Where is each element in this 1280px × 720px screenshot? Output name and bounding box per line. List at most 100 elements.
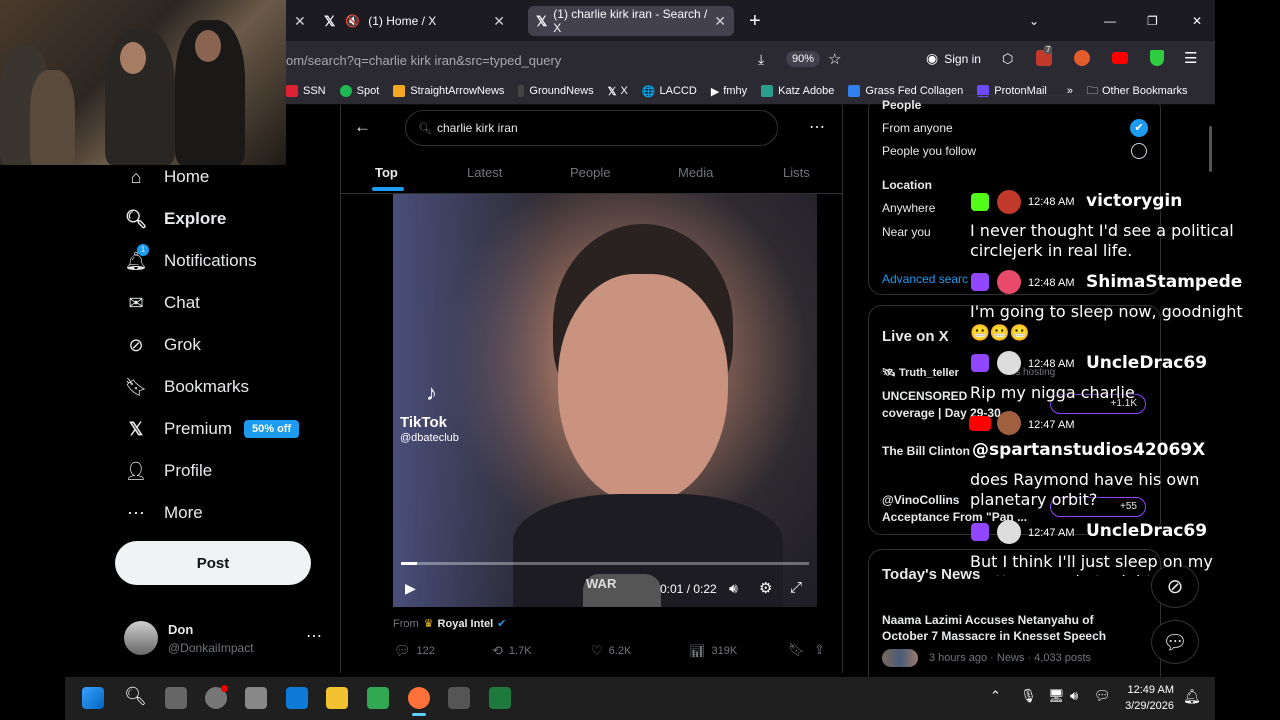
bookmark-spot[interactable]: Spot bbox=[339, 85, 380, 97]
nav-chat[interactable]: ✉ Chat bbox=[125, 292, 199, 314]
bookmark-x[interactable]: 𝕏X bbox=[608, 85, 628, 98]
nav-explore[interactable]: 🔍︎ Explore bbox=[125, 208, 227, 230]
reply-count: 122 bbox=[416, 645, 435, 657]
reply-button[interactable]: 💬︎ 122 bbox=[394, 643, 435, 659]
app-icon[interactable] bbox=[367, 687, 389, 709]
account-menu-icon[interactable]: ⋯ bbox=[306, 626, 322, 646]
spreadsheet-icon[interactable] bbox=[489, 687, 511, 709]
live-title-1-line2[interactable]: coverage | Day 29-30... bbox=[882, 406, 1011, 420]
bookmark-groundnews[interactable]: GroundNews bbox=[518, 85, 594, 97]
shield-icon[interactable] bbox=[1150, 50, 1164, 66]
bookmark-katz-adobe[interactable]: Katz Adobe bbox=[761, 85, 834, 97]
bookmark-straightarrownews[interactable]: StraightArrowNews bbox=[393, 85, 504, 97]
advanced-search-link[interactable]: Advanced searc bbox=[882, 272, 968, 286]
back-arrow-icon[interactable]: ← bbox=[354, 117, 371, 137]
task-view-icon[interactable] bbox=[165, 687, 187, 709]
mute-icon[interactable]: 🔇 bbox=[345, 14, 360, 28]
search-options-icon[interactable]: ⋯ bbox=[809, 117, 825, 137]
tab-top[interactable]: Top bbox=[372, 165, 404, 191]
live-host-3[interactable]: @VinoCollins bbox=[882, 493, 959, 507]
tab-partial[interactable]: ✕ bbox=[286, 6, 308, 36]
post-button[interactable]: Post bbox=[115, 541, 311, 585]
search-icon[interactable]: 🔍︎ bbox=[124, 686, 147, 707]
bookmark-laccd[interactable]: 🌐 LACCD bbox=[642, 85, 697, 98]
bookmark-icon[interactable]: 🔖︎ bbox=[788, 642, 805, 658]
radio-checked-icon[interactable]: ✔ bbox=[1130, 119, 1148, 137]
bookmark-star-icon[interactable]: ☆ bbox=[828, 50, 841, 68]
window-maximize-button[interactable]: ❐ bbox=[1139, 6, 1166, 36]
avatar[interactable] bbox=[124, 621, 158, 655]
volume-icon[interactable]: 🔊︎ bbox=[729, 580, 738, 597]
extensions-icon[interactable]: ⬡ bbox=[1002, 51, 1013, 67]
tab-close-icon[interactable]: ✕ bbox=[493, 13, 505, 30]
download-icon[interactable]: ⤓ bbox=[758, 51, 764, 68]
share-icon[interactable]: ⇪ bbox=[814, 642, 825, 658]
live-host-1[interactable]: 🛰︎ Truth_teller bbox=[882, 366, 959, 379]
like-button[interactable]: ♡ 6.2K bbox=[591, 643, 631, 659]
youtube-ext-icon[interactable] bbox=[1112, 52, 1128, 64]
messages-floating-icon[interactable]: 💬︎ bbox=[1151, 620, 1199, 664]
tray-overflow-icon[interactable]: ⌃ bbox=[990, 688, 1001, 704]
firefox-icon[interactable] bbox=[408, 687, 430, 709]
tab-media[interactable]: Media bbox=[678, 165, 713, 180]
video-player[interactable]: ♪ TikTok @dbateclub WAR ▶ 0:01 / 0:22 🔊︎… bbox=[393, 194, 817, 607]
file-explorer-icon[interactable] bbox=[326, 687, 348, 709]
window-minimize-button[interactable]: — bbox=[1096, 6, 1124, 36]
bookmark-fmhy[interactable]: ▶ fmhy bbox=[711, 85, 747, 98]
network-icon[interactable]: 🖥︎ bbox=[1048, 688, 1065, 704]
microphone-icon[interactable]: 🎙︎ bbox=[1020, 688, 1037, 704]
notifications-icon[interactable]: 🔔︎ bbox=[1183, 688, 1201, 705]
tab-list-chevron-icon[interactable]: ⌄ bbox=[1021, 6, 1047, 36]
mail-app-icon[interactable] bbox=[286, 687, 308, 709]
bookmark-label: Spot bbox=[356, 85, 380, 97]
new-tab-button[interactable]: + bbox=[741, 6, 767, 36]
tab-people[interactable]: People bbox=[570, 165, 610, 180]
radio-unchecked-icon[interactable] bbox=[1131, 143, 1147, 159]
tab-close-icon[interactable]: ✕ bbox=[294, 13, 306, 30]
chat-tray-icon[interactable]: 💬︎ bbox=[1094, 688, 1111, 704]
from-anyone-option[interactable]: From anyone bbox=[882, 121, 953, 135]
anywhere-option[interactable]: Anywhere bbox=[882, 201, 935, 215]
search-input[interactable]: 🔍︎ charlie kirk iran bbox=[405, 110, 778, 146]
sign-in-button[interactable]: ◉ Sign in bbox=[926, 50, 981, 67]
navigation-toolbar: om/search?q=charlie kirk iran&src=typed_… bbox=[286, 41, 1215, 78]
settings-gear-icon[interactable]: ⚙ bbox=[759, 579, 772, 597]
nav-more[interactable]: ⋯ More bbox=[125, 502, 203, 524]
video-progress-track[interactable] bbox=[401, 562, 809, 565]
news-headline[interactable]: Naama Lazimi Accuses Netanyahu of Octobe… bbox=[882, 612, 1112, 644]
nav-premium[interactable]: 𝕏 Premium 50% off bbox=[125, 418, 300, 440]
nav-bookmarks[interactable]: 🔖︎ Bookmarks bbox=[125, 376, 249, 398]
nav-profile[interactable]: 👤︎ Profile bbox=[125, 460, 213, 482]
windows-start-icon[interactable] bbox=[82, 687, 104, 709]
volume-icon[interactable]: 🔊︎ bbox=[1070, 688, 1078, 704]
zoom-level[interactable]: 90% bbox=[786, 51, 821, 67]
tab-close-icon[interactable]: ✕ bbox=[714, 13, 726, 30]
from-label: From bbox=[393, 617, 419, 630]
app-icon[interactable] bbox=[448, 687, 470, 709]
taskbar-clock-date[interactable]: 3/29/2026 bbox=[1120, 700, 1174, 712]
window-close-button[interactable]: ✕ bbox=[1184, 6, 1210, 36]
people-you-follow-option[interactable]: People you follow bbox=[882, 144, 976, 158]
brave-icon[interactable] bbox=[1074, 50, 1090, 66]
tab-search-active[interactable]: 𝕏 (1) charlie kirk iran - Search / X ✕ bbox=[528, 6, 734, 36]
url-bar[interactable]: om/search?q=charlie kirk iran&src=typed_… bbox=[286, 46, 861, 74]
views-button[interactable]: 📊︎ 319K bbox=[689, 643, 737, 659]
tab-latest[interactable]: Latest bbox=[467, 165, 502, 180]
scrollbar-thumb[interactable] bbox=[1209, 126, 1212, 172]
live-title-2[interactable]: The Bill Clinton bbox=[882, 444, 970, 458]
nav-home[interactable]: ⌂ Home bbox=[125, 166, 210, 188]
repost-button[interactable]: ⟲ 1.7K bbox=[492, 643, 532, 659]
nav-grok[interactable]: ⊘ Grok bbox=[125, 334, 200, 356]
bookmark-ssn[interactable]: SSN bbox=[286, 85, 326, 97]
nav-notifications[interactable]: 🔔︎ 1 Notifications bbox=[125, 244, 257, 272]
play-icon[interactable]: ▶ bbox=[405, 580, 416, 597]
taskbar-clock-time[interactable]: 12:49 AM bbox=[1124, 684, 1174, 696]
tab-home[interactable]: 𝕏 🔇 (1) Home / X ✕ bbox=[316, 6, 513, 36]
menu-icon[interactable]: ☰ bbox=[1184, 49, 1197, 67]
live-title-1[interactable]: UNCENSORED bbox=[882, 389, 967, 403]
near-you-option[interactable]: Near you bbox=[882, 225, 931, 239]
tab-lists[interactable]: Lists bbox=[783, 165, 810, 180]
fullscreen-icon[interactable]: ⤢ bbox=[790, 579, 802, 596]
app-icon[interactable] bbox=[245, 687, 267, 709]
from-account-link[interactable]: Royal Intel bbox=[438, 618, 494, 630]
